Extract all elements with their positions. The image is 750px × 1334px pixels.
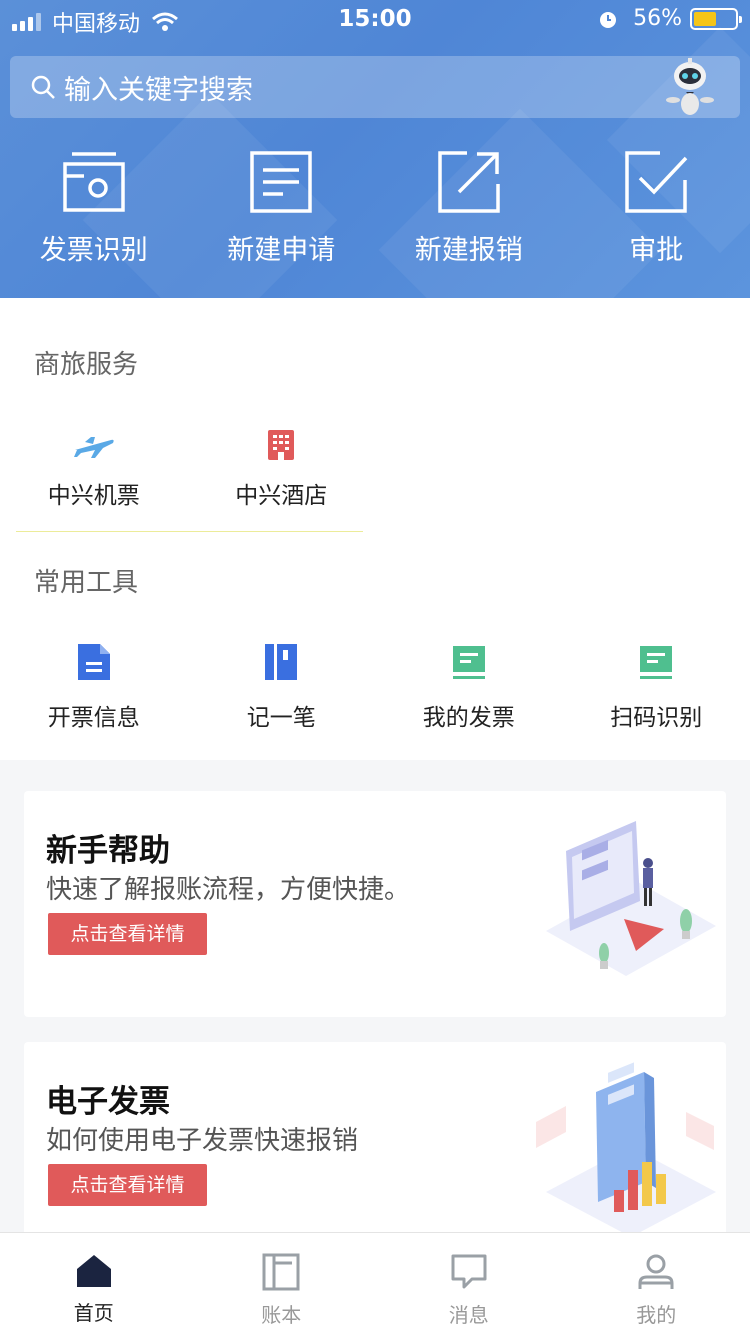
- tool-label: 我的发票: [422, 705, 515, 731]
- tab-label: 我的: [636, 1303, 677, 1327]
- app-screen: 中国移动 15:00 56% 输入关键字搜索 发票识别 新建申请 新建报销 审批…: [0, 0, 750, 1334]
- tool-label: 开票信息: [47, 705, 140, 731]
- home-icon: [76, 1255, 111, 1287]
- card-beginner-help[interactable]: 新手帮助 快速了解报账流程，方便快捷。 点击查看详情: [24, 791, 726, 1017]
- tab-label: 消息: [448, 1303, 489, 1327]
- divider: [16, 531, 363, 532]
- tab-label: 首页: [73, 1301, 114, 1325]
- tab-ledger[interactable]: 账本: [188, 1233, 376, 1334]
- quick-label: 新建申请: [227, 235, 336, 266]
- tab-home[interactable]: 首页: [0, 1233, 188, 1334]
- battery-icon: [690, 7, 742, 30]
- quick-new-reimbursement[interactable]: 新建报销: [375, 150, 563, 267]
- battery-percent: 56%: [633, 6, 682, 31]
- search-icon: [31, 75, 55, 99]
- card-description: 如何使用电子发票快速报销: [46, 1126, 359, 1156]
- section-title-business-travel: 商旅服务: [34, 350, 139, 380]
- tab-label: 账本: [261, 1303, 302, 1327]
- message-icon: [451, 1254, 487, 1289]
- quick-label: 新建报销: [414, 235, 523, 266]
- card-description: 快速了解报账流程，方便快捷。: [46, 875, 411, 905]
- notebook-icon: [265, 644, 298, 680]
- e-invoice-illustration: [536, 1062, 716, 1237]
- service-label: 中兴机票: [47, 483, 140, 509]
- card-detail-button[interactable]: 点击查看详情: [48, 913, 207, 955]
- tab-mine[interactable]: 我的: [563, 1233, 750, 1334]
- tool-my-invoices[interactable]: 我的发票: [375, 642, 563, 732]
- header: 中国移动 15:00 56% 输入关键字搜索 发票识别 新建申请 新建报销 审批: [0, 0, 750, 298]
- robot-assistant-icon[interactable]: [658, 54, 722, 118]
- section-title-tools: 常用工具: [34, 568, 139, 598]
- tab-bar: 首页 账本 消息 我的: [0, 1232, 750, 1334]
- quick-approval[interactable]: 审批: [563, 150, 750, 267]
- tool-label: 记一笔: [246, 705, 316, 731]
- service-label: 中兴酒店: [235, 483, 328, 509]
- tool-scan-code[interactable]: 扫码识别: [563, 642, 750, 732]
- tool-record[interactable]: 记一笔: [188, 642, 376, 732]
- invoice-icon: [452, 646, 485, 679]
- tool-invoice-info[interactable]: 开票信息: [0, 642, 188, 732]
- tool-label: 扫码识别: [610, 705, 703, 731]
- profile-icon: [638, 1254, 674, 1289]
- approval-icon: [625, 151, 688, 213]
- quick-label: 审批: [629, 235, 684, 266]
- status-bar: 中国移动 15:00 56%: [0, 0, 750, 40]
- airplane-icon: [73, 437, 114, 458]
- invoice-scan-icon: [63, 152, 125, 212]
- service-hotel[interactable]: 中兴酒店: [188, 428, 376, 510]
- card-detail-button[interactable]: 点击查看详情: [48, 1164, 207, 1206]
- quick-invoice-recognition[interactable]: 发票识别: [0, 150, 188, 267]
- alarm-icon: [600, 11, 617, 28]
- new-application-icon: [250, 151, 312, 213]
- quick-new-application[interactable]: 新建申请: [188, 150, 376, 267]
- document-icon: [77, 644, 110, 680]
- card-title: 新手帮助: [46, 833, 170, 869]
- tab-messages[interactable]: 消息: [375, 1233, 563, 1334]
- hotel-icon: [268, 430, 295, 460]
- service-flight[interactable]: 中兴机票: [0, 428, 188, 510]
- quick-label: 发票识别: [39, 235, 148, 266]
- card-title: 电子发票: [46, 1084, 170, 1120]
- help-illustration: [546, 821, 716, 976]
- search-placeholder: 输入关键字搜索: [64, 74, 253, 106]
- quick-actions: 发票识别 新建申请 新建报销 审批: [0, 150, 750, 267]
- new-reimbursement-icon: [438, 151, 500, 213]
- scan-code-icon: [640, 646, 673, 679]
- ledger-icon: [262, 1253, 300, 1291]
- search-bar[interactable]: 输入关键字搜索: [10, 56, 740, 118]
